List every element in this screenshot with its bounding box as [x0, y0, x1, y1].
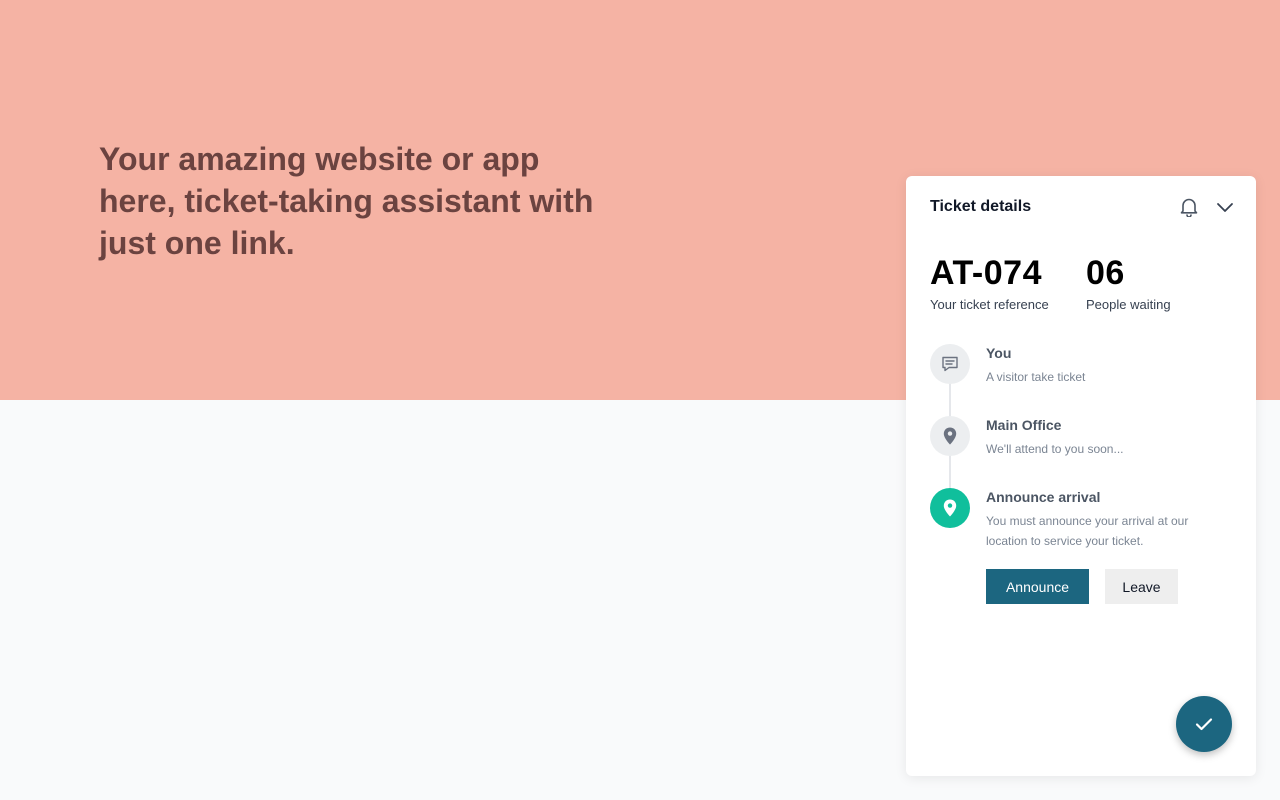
location-pin-icon [930, 416, 970, 456]
step-main-office-description: We'll attend to you soon... [986, 442, 1124, 456]
announce-button[interactable]: Announce [986, 569, 1089, 604]
location-pin-icon [930, 488, 970, 528]
ticket-reference-label: Your ticket reference [930, 297, 1049, 312]
step-announce-title: Announce arrival [986, 489, 1101, 505]
ticket-reference-value: AT-074 [930, 254, 1042, 292]
chevron-down-icon[interactable] [1214, 196, 1236, 218]
ticket-details-panel: Ticket details AT-074 Your ticket refere… [906, 176, 1256, 776]
confirm-fab-button[interactable] [1176, 696, 1232, 752]
people-waiting-value: 06 [1086, 254, 1125, 292]
chat-icon [930, 344, 970, 384]
step-main-office-title: Main Office [986, 417, 1062, 433]
hero-headline: Your amazing website or app here, ticket… [99, 141, 594, 261]
check-icon [1195, 718, 1213, 731]
people-waiting-label: People waiting [1086, 297, 1171, 312]
leave-button[interactable]: Leave [1105, 569, 1178, 604]
step-announce-description: You must announce your arrival at our lo… [986, 514, 1189, 548]
step-you-description: A visitor take ticket [986, 370, 1086, 384]
panel-title: Ticket details [930, 198, 1032, 215]
step-you-title: You [986, 345, 1012, 361]
bell-icon[interactable] [1178, 196, 1200, 218]
